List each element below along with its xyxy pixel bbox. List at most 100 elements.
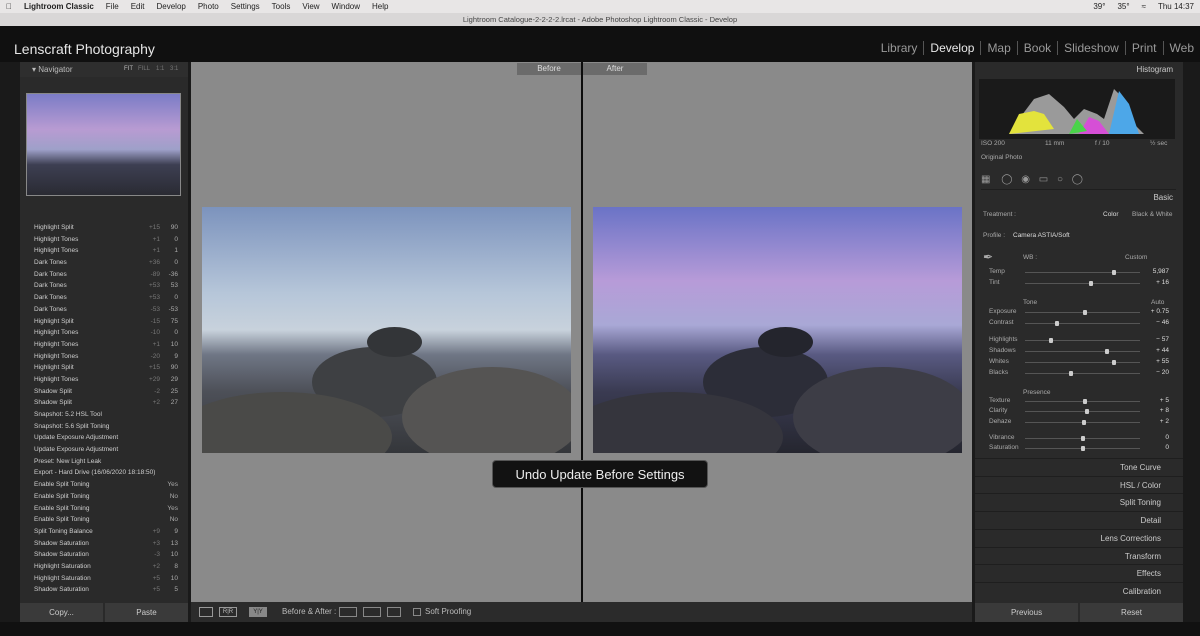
reset-button[interactable]: Reset bbox=[1080, 603, 1183, 622]
module-develop[interactable]: Develop bbox=[923, 41, 980, 55]
slider-knob[interactable] bbox=[1082, 310, 1087, 315]
history-item[interactable]: Highlight Tones -10 0 bbox=[20, 327, 188, 339]
history-item[interactable]: Highlight Saturation +2 8 bbox=[20, 561, 188, 573]
slider-track[interactable] bbox=[1025, 321, 1140, 326]
module-map[interactable]: Map bbox=[980, 41, 1016, 55]
basic-header[interactable]: Basic bbox=[1153, 193, 1173, 202]
clock[interactable]: Thu 14:37 bbox=[1152, 2, 1200, 11]
history-item[interactable]: Dark Tones +53 0 bbox=[20, 292, 188, 304]
brush-icon[interactable]: ◯ bbox=[1072, 174, 1083, 185]
slider-track[interactable] bbox=[1025, 349, 1140, 354]
history-item[interactable]: Highlight Tones +1 10 bbox=[20, 339, 188, 351]
zoom-fit[interactable]: FIT bbox=[124, 62, 133, 77]
slider-knob[interactable] bbox=[1049, 338, 1054, 343]
history-item[interactable]: Shadow Split -2 25 bbox=[20, 386, 188, 398]
panel-header[interactable]: HSL / Color bbox=[975, 475, 1183, 493]
graduated-filter-icon[interactable]: ▭ bbox=[1039, 174, 1048, 185]
history-item[interactable]: Dark Tones +53 53 bbox=[20, 280, 188, 292]
menu-help[interactable]: Help bbox=[366, 2, 394, 11]
menu-photo[interactable]: Photo bbox=[192, 2, 225, 11]
slider-track[interactable] bbox=[1025, 420, 1140, 425]
history-item[interactable]: Highlight Tones +1 0 bbox=[20, 234, 188, 246]
menu-app[interactable]: Lightroom Classic bbox=[18, 2, 100, 11]
previous-button[interactable]: Previous bbox=[975, 603, 1078, 622]
swap-before-after-button[interactable] bbox=[387, 607, 401, 617]
history-item[interactable]: Update Exposure Adjustment bbox=[20, 432, 188, 444]
menu-file[interactable]: File bbox=[100, 2, 125, 11]
profile-dropdown[interactable]: Camera ASTIA/Soft bbox=[1013, 232, 1070, 239]
slider-value[interactable]: + 44 bbox=[1156, 347, 1169, 354]
slider-knob[interactable] bbox=[1080, 436, 1085, 441]
history-item[interactable]: Export - Hard Drive (16/06/2020 18:18:50… bbox=[20, 467, 188, 479]
navigator-header[interactable]: ▾ Navigator FIT FILL 1:1 3:1 bbox=[20, 62, 188, 77]
copy-before-to-after-button[interactable] bbox=[339, 607, 357, 617]
history-item[interactable]: Enable Split Toning Yes bbox=[20, 503, 188, 515]
history-item[interactable]: Split Toning Balance +9 9 bbox=[20, 526, 188, 538]
panel-header[interactable]: Lens Corrections bbox=[975, 528, 1183, 546]
zoom-3-1[interactable]: 3:1 bbox=[170, 62, 178, 77]
spot-removal-icon[interactable]: ◯ bbox=[1001, 174, 1012, 185]
history-item[interactable]: Shadow Saturation +5 5 bbox=[20, 584, 188, 596]
radial-filter-icon[interactable]: ○ bbox=[1057, 174, 1063, 185]
menu-edit[interactable]: Edit bbox=[125, 2, 151, 11]
red-eye-icon[interactable]: ◉ bbox=[1021, 174, 1030, 185]
slider-knob[interactable] bbox=[1082, 399, 1087, 404]
auto-tone-button[interactable]: Auto bbox=[1151, 299, 1164, 306]
slider-knob[interactable] bbox=[1111, 360, 1116, 365]
slider-track[interactable] bbox=[1025, 360, 1140, 365]
history-item[interactable]: Dark Tones -89 -36 bbox=[20, 269, 188, 281]
after-photo[interactable] bbox=[593, 207, 962, 453]
menu-view[interactable]: View bbox=[296, 2, 325, 11]
panel-header[interactable]: Transform bbox=[975, 546, 1183, 564]
slider-knob[interactable] bbox=[1111, 270, 1116, 275]
history-item[interactable]: Shadow Split +2 27 bbox=[20, 397, 188, 409]
history-item[interactable]: Enable Split Toning No bbox=[20, 491, 188, 503]
slider-knob[interactable] bbox=[1084, 409, 1089, 414]
slider-value[interactable]: + 5 bbox=[1160, 397, 1169, 404]
menu-window[interactable]: Window bbox=[326, 2, 366, 11]
slider-value[interactable]: 0 bbox=[1165, 434, 1169, 441]
wifi-icon[interactable]: ≈ bbox=[1136, 2, 1152, 11]
slider-value[interactable]: + 2 bbox=[1160, 418, 1169, 425]
slider-track[interactable] bbox=[1025, 399, 1140, 404]
slider-value[interactable]: 5,987 bbox=[1153, 268, 1169, 275]
before-photo[interactable] bbox=[202, 207, 571, 453]
history-item[interactable]: Shadow Saturation -3 10 bbox=[20, 549, 188, 561]
slider-value[interactable]: − 46 bbox=[1156, 319, 1169, 326]
history-item[interactable]: Enable Split Toning No bbox=[20, 514, 188, 526]
compare-view-icon[interactable]: R|R bbox=[219, 607, 237, 617]
history-item[interactable]: Highlight Tones +29 29 bbox=[20, 374, 188, 386]
panel-header[interactable]: Detail bbox=[975, 511, 1183, 528]
slider-knob[interactable] bbox=[1104, 349, 1109, 354]
slider-track[interactable] bbox=[1025, 409, 1140, 414]
slider-value[interactable]: + 0.75 bbox=[1151, 308, 1169, 315]
panel-header[interactable]: Effects bbox=[975, 564, 1183, 581]
history-item[interactable]: Highlight Tones +1 1 bbox=[20, 245, 188, 257]
eyedropper-icon[interactable]: ✒ bbox=[983, 250, 993, 264]
menu-tools[interactable]: Tools bbox=[266, 2, 297, 11]
history-item[interactable]: Shadow Saturation +3 13 bbox=[20, 538, 188, 550]
treatment-bw[interactable]: Black & White bbox=[1132, 211, 1172, 218]
slider-knob[interactable] bbox=[1080, 446, 1085, 451]
history-item[interactable]: Update Exposure Adjustment bbox=[20, 444, 188, 456]
history-item[interactable]: Snapshot: 5.2 HSL Tool bbox=[20, 409, 188, 421]
module-web[interactable]: Web bbox=[1162, 41, 1200, 55]
slider-knob[interactable] bbox=[1069, 371, 1074, 376]
slider-track[interactable] bbox=[1025, 270, 1140, 275]
slider-track[interactable] bbox=[1025, 371, 1140, 376]
treatment-color[interactable]: Color bbox=[1103, 211, 1119, 218]
history-item[interactable]: Dark Tones +36 0 bbox=[20, 257, 188, 269]
panel-header[interactable]: Split Toning bbox=[975, 493, 1183, 510]
slider-knob[interactable] bbox=[1089, 281, 1094, 286]
history-item[interactable]: Enable Split Toning Yes bbox=[20, 479, 188, 491]
slider-value[interactable]: + 16 bbox=[1156, 279, 1169, 286]
menu-settings[interactable]: Settings bbox=[225, 2, 266, 11]
slider-knob[interactable] bbox=[1054, 321, 1059, 326]
apple-icon[interactable]:  bbox=[0, 2, 18, 11]
histogram-header[interactable]: Histogram bbox=[1137, 65, 1173, 74]
zoom-1-1[interactable]: 1:1 bbox=[156, 62, 164, 77]
slider-track[interactable] bbox=[1025, 281, 1140, 286]
slider-knob[interactable] bbox=[1081, 420, 1086, 425]
history-item[interactable]: Preset: New Light Leak bbox=[20, 456, 188, 468]
module-slideshow[interactable]: Slideshow bbox=[1057, 41, 1125, 55]
